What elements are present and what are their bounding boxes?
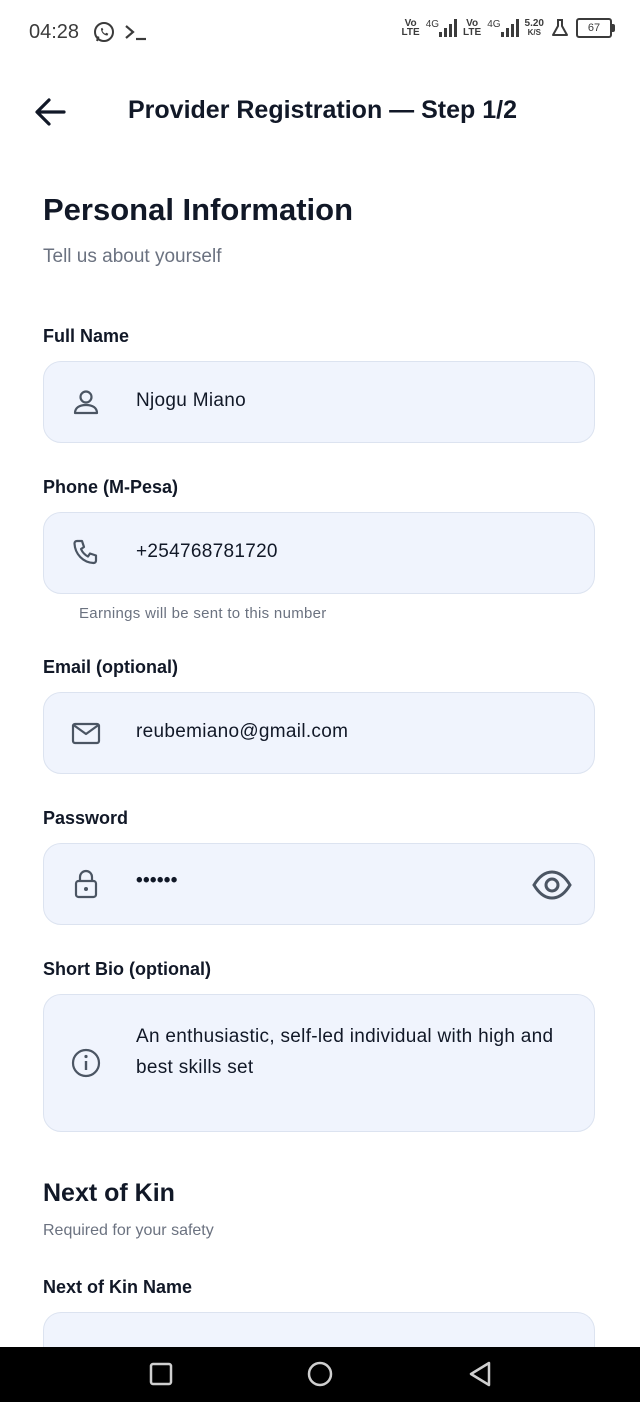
status-icons: Vo LTE 4G Vo LTE 4G 5.20 K/S 67 xyxy=(401,18,615,38)
email-value: reubemiano@gmail.com xyxy=(136,721,349,742)
bio-field[interactable]: An enthusiastic, self-led individual wit… xyxy=(43,994,595,1132)
page-title: Provider Registration — Step 1/2 xyxy=(128,96,517,124)
system-nav-bar xyxy=(0,1347,640,1402)
phone-icon xyxy=(73,539,98,565)
whatsapp-icon xyxy=(94,22,114,42)
recents-icon[interactable] xyxy=(146,1359,176,1389)
back-arrow-icon[interactable] xyxy=(32,94,68,130)
phone-helper-text: Earnings will be sent to this number xyxy=(79,605,327,622)
section-title-kin: Next of Kin xyxy=(43,1179,175,1207)
password-value: •••••• xyxy=(136,870,178,891)
full-name-field[interactable]: Njogu Miano xyxy=(43,361,595,443)
section-title-personal: Personal Information xyxy=(43,192,354,227)
battery-icon: 67 xyxy=(576,18,615,38)
kin-name-label: Next of Kin Name xyxy=(43,1277,193,1297)
full-name-label: Full Name xyxy=(43,326,130,346)
volte-badge-2: Vo LTE xyxy=(463,18,482,38)
status-time: 04:28 xyxy=(29,21,80,43)
password-label: Password xyxy=(43,808,129,828)
section-subtitle-personal: Tell us about yourself xyxy=(43,246,222,267)
bio-label: Short Bio (optional) xyxy=(43,959,211,979)
network-speed: 5.20 K/S xyxy=(524,18,544,38)
back-nav-icon[interactable] xyxy=(465,1359,495,1389)
eye-icon[interactable] xyxy=(532,868,572,902)
flask-icon xyxy=(552,19,568,36)
lock-icon xyxy=(74,869,98,899)
bio-value: An enthusiastic, self-led individual wit… xyxy=(136,1026,554,1078)
home-icon[interactable] xyxy=(305,1359,335,1389)
password-field[interactable]: •••••• xyxy=(43,843,595,925)
section-subtitle-kin: Required for your safety xyxy=(43,1222,214,1239)
person-icon xyxy=(73,390,99,415)
email-field[interactable]: reubemiano@gmail.com xyxy=(43,692,595,774)
email-label: Email (optional) xyxy=(43,657,178,677)
full-name-value: Njogu Miano xyxy=(136,390,246,411)
phone-value: +254768781720 xyxy=(136,541,278,562)
signal-icon-2: 4G xyxy=(487,19,519,37)
mail-icon xyxy=(71,722,101,745)
terminal-icon xyxy=(125,25,146,41)
phone-label: Phone (M-Pesa) xyxy=(43,477,179,497)
phone-field[interactable]: +254768781720 xyxy=(43,512,595,594)
volte-badge-1: Vo LTE xyxy=(401,18,420,38)
info-icon xyxy=(71,1048,101,1078)
signal-icon-1: 4G xyxy=(426,19,458,37)
